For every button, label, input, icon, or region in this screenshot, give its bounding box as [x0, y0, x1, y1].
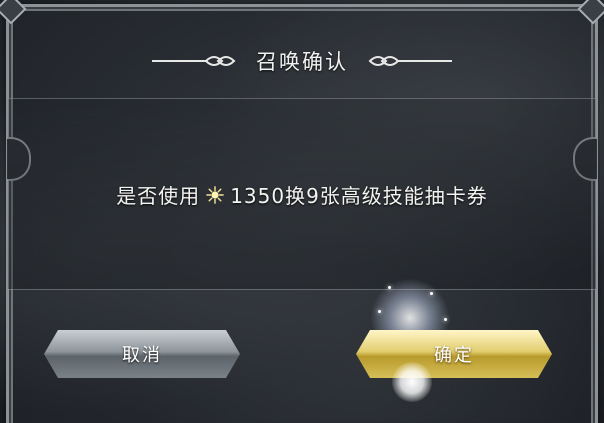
cancel-button[interactable]: 取消: [44, 330, 240, 378]
confirm-button-label: 确定: [434, 345, 474, 366]
sparkle-dot: [378, 310, 381, 313]
dialog-header: 召唤确认: [0, 44, 604, 78]
game-screen: 召唤确认 是否使用 1350换9张高级技能抽卡券 取消 确定: [0, 0, 604, 423]
title-flourish-left-icon: [152, 56, 236, 66]
confirm-message: 是否使用 1350换9张高级技能抽卡券: [0, 180, 604, 209]
sparkle-dot: [444, 318, 447, 321]
cancel-button-label: 取消: [122, 345, 162, 366]
title-flourish-right-icon: [368, 56, 452, 66]
dialog-title: 召唤确认: [256, 50, 348, 74]
sparkle-dot: [430, 292, 433, 295]
sparkle-dot: [388, 286, 391, 289]
message-suffix: 1350换9张高级技能抽卡券: [230, 184, 488, 208]
confirm-button[interactable]: 确定: [356, 330, 552, 378]
star-gem-icon: [206, 185, 225, 204]
message-prefix: 是否使用: [116, 184, 201, 208]
